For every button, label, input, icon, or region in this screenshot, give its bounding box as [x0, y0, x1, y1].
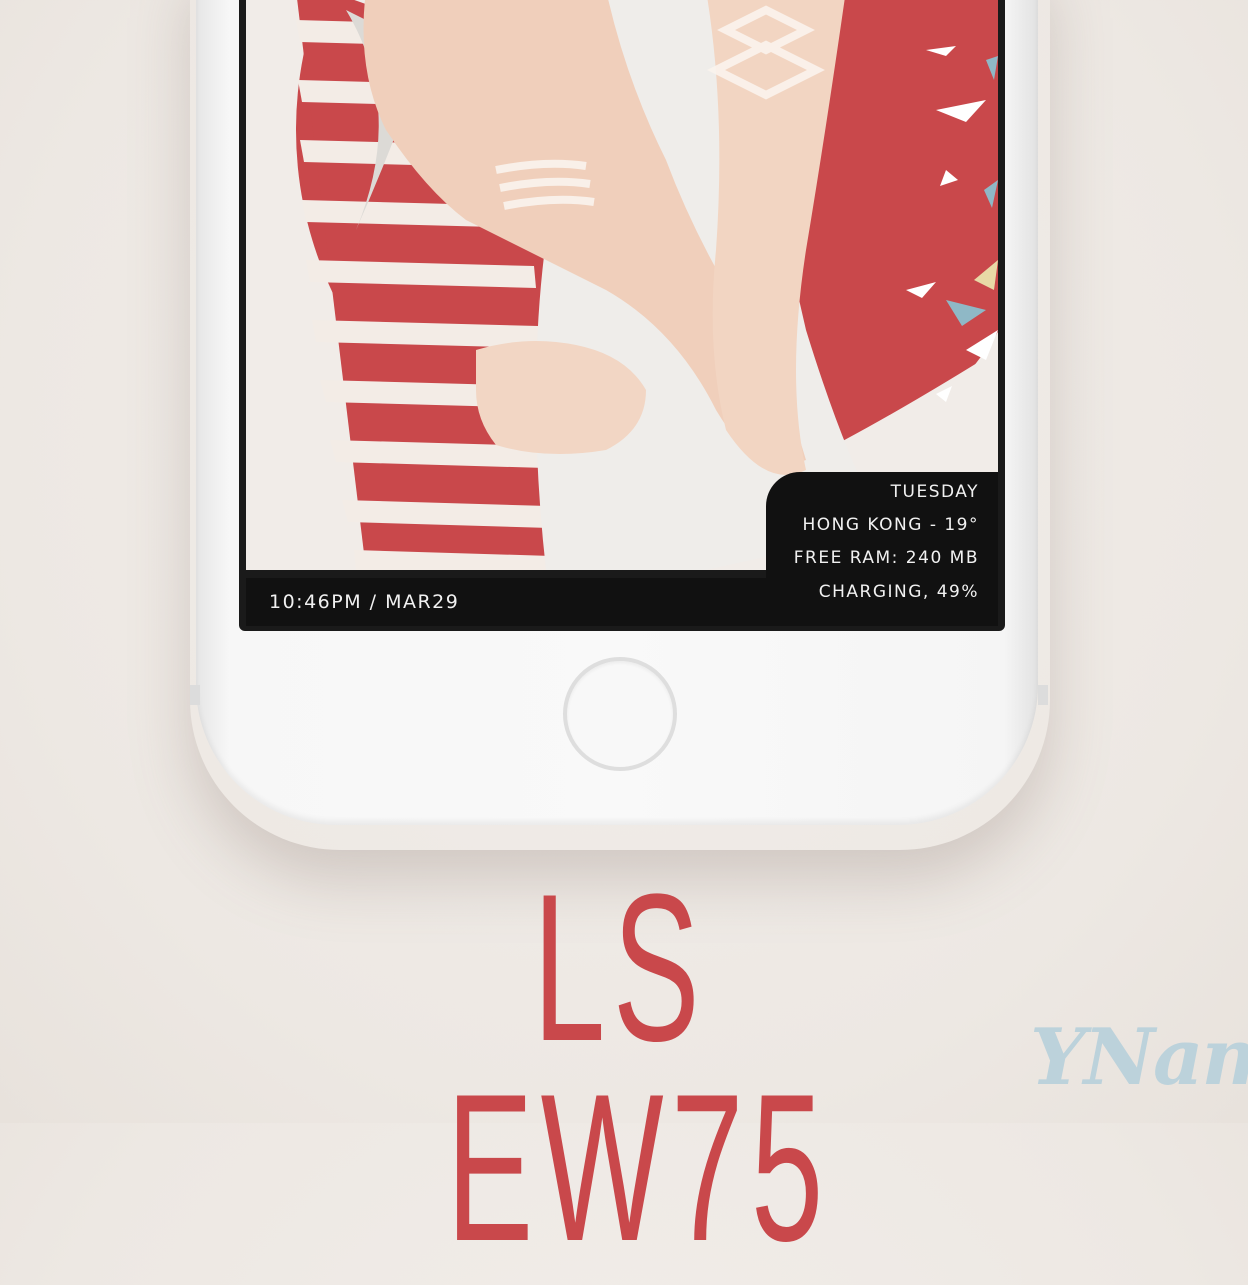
side-edge-left [190, 685, 200, 705]
side-edge-right [1038, 685, 1048, 705]
phone-screen: TUESDAY HONG KONG - 19° FREE RAM: 240 MB… [239, 0, 1005, 631]
battery-label: CHARGING, 49% [818, 582, 979, 602]
day-label: TUESDAY [890, 482, 979, 502]
author-logo: YNam [1030, 1012, 1248, 1103]
home-button[interactable] [563, 657, 677, 771]
time-date-label: 10:46PM / MAR29 [269, 591, 460, 613]
theme-title: LS EW75 [446, 850, 831, 1285]
weather-label: HONG KONG - 19° [802, 515, 979, 535]
ram-label: FREE RAM: 240 MB [793, 548, 979, 568]
